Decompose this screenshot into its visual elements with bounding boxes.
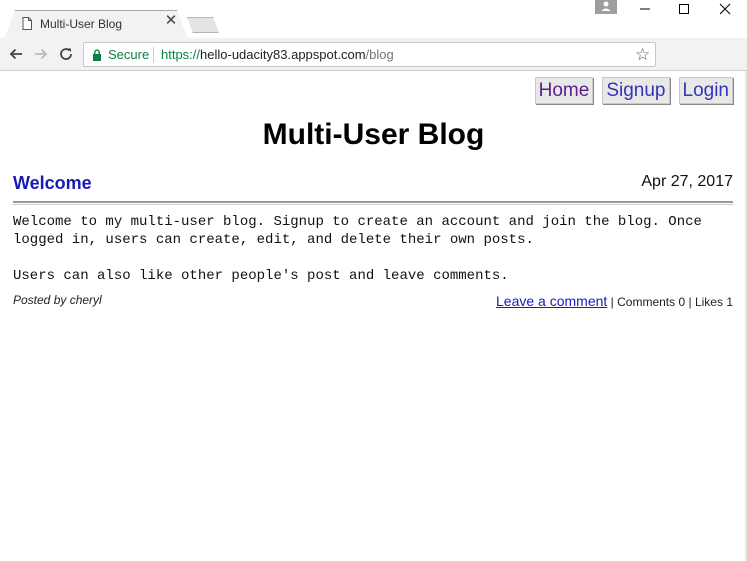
tab-close-icon[interactable]: ✕	[164, 13, 178, 28]
url-host: hello-udacity83.appspot.com	[200, 47, 366, 62]
meta-separator: |	[610, 295, 614, 309]
page-content: Home Signup Login Multi-User Blog Welcom…	[0, 71, 747, 561]
post-footer: Posted by cheryl Leave a comment | Comme…	[13, 293, 733, 311]
url-path: /blog	[365, 47, 394, 62]
home-link[interactable]: Home	[534, 77, 594, 104]
forward-arrow-icon[interactable]	[31, 44, 51, 64]
browser-toolbar: Secure https://hello-udacity83.appspot.c…	[0, 38, 747, 100]
login-link[interactable]: Login	[678, 77, 733, 104]
post-meta: Leave a comment | Comments 0 | Likes 1	[496, 293, 733, 309]
address-bar[interactable]: Secure https://hello-udacity83.appspot.c…	[83, 42, 656, 67]
omnibox-divider	[153, 47, 154, 63]
url-text: https://hello-udacity83.appspot.com/blog	[161, 47, 394, 62]
meta-separator: |	[688, 295, 692, 309]
page-title: Multi-User Blog	[262, 118, 485, 151]
post-header: Welcome Apr 27, 2017	[13, 170, 733, 200]
post-body: Welcome to my multi-user blog. Signup to…	[13, 214, 702, 284]
maximize-button[interactable]	[664, 0, 704, 18]
star-icon[interactable]: ☆	[635, 45, 650, 64]
like-count: Likes 1	[694, 295, 733, 309]
post-divider	[13, 201, 733, 205]
tab-title: Multi-User Blog	[40, 17, 123, 31]
lock-icon	[93, 49, 101, 61]
profile-icon[interactable]	[595, 0, 617, 14]
document-icon	[22, 17, 32, 30]
comment-count: Comments 0	[617, 295, 686, 309]
secure-label: Secure	[108, 47, 150, 62]
post-author: Posted by cheryl	[13, 293, 102, 307]
minimize-button[interactable]	[625, 0, 665, 18]
top-navigation: Home Signup Login	[534, 77, 733, 104]
close-window-button[interactable]	[705, 0, 745, 18]
reload-icon[interactable]	[56, 44, 76, 64]
window-titlebar: Multi-User Blog ✕	[0, 0, 747, 38]
blog-post: Welcome Apr 27, 2017 Welcome to my multi…	[13, 170, 733, 311]
url-scheme: https://	[161, 47, 201, 62]
leave-comment-link[interactable]: Leave a comment	[496, 293, 607, 309]
new-tab-button[interactable]	[187, 17, 219, 33]
signup-link[interactable]: Signup	[602, 77, 670, 104]
back-arrow-icon[interactable]	[6, 44, 26, 64]
post-date: Apr 27, 2017	[641, 173, 733, 190]
post-subject-link[interactable]: Welcome	[13, 173, 92, 194]
